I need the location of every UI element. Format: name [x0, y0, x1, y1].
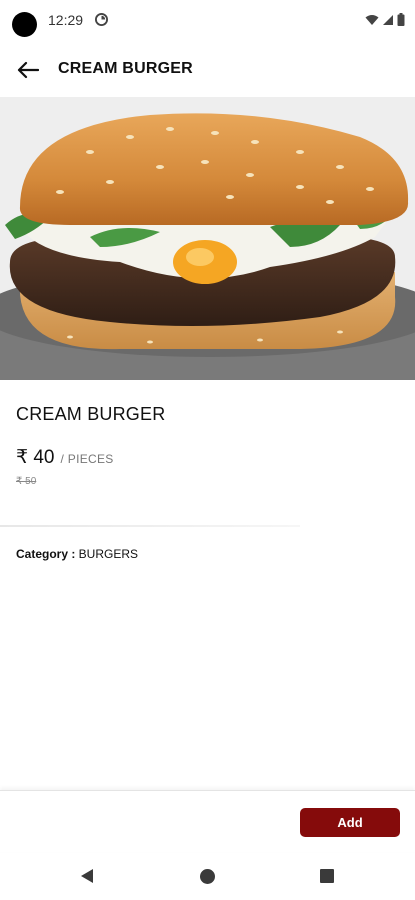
- product-image: [0, 97, 415, 380]
- original-price: ₹ 50: [16, 476, 37, 487]
- status-bar: 12:29: [0, 0, 415, 40]
- wifi-icon: [365, 14, 379, 25]
- camera-cutout: [12, 12, 37, 37]
- add-button[interactable]: Add: [300, 808, 400, 837]
- system-nav-bar: [0, 852, 415, 900]
- divider: [0, 525, 300, 527]
- app-bar: CREAM BURGER: [0, 40, 415, 98]
- back-triangle-icon[interactable]: [80, 868, 94, 884]
- battery-icon: [397, 13, 405, 26]
- back-button[interactable]: [14, 56, 42, 84]
- product-name: CREAM BURGER: [16, 404, 166, 424]
- status-time: 12:29: [48, 12, 84, 28]
- app-notification-icon: [95, 13, 108, 26]
- status-icons: [365, 13, 405, 26]
- category-value: BURGERS: [75, 547, 139, 561]
- category-label: Category :: [16, 547, 76, 561]
- burger-photo: [0, 97, 415, 380]
- arrow-left-icon: [17, 61, 39, 79]
- product-price: ₹ 40: [16, 447, 55, 468]
- signal-icon: [383, 14, 393, 25]
- recents-square-icon[interactable]: [320, 869, 334, 883]
- price-unit: / PIECES: [60, 452, 114, 466]
- price-row: ₹ 40 / PIECES: [16, 446, 114, 469]
- page-title: CREAM BURGER: [58, 60, 193, 77]
- category-row: Category : BURGERS: [16, 547, 138, 561]
- home-circle-icon[interactable]: [200, 869, 215, 884]
- bottom-action-bar: Add: [0, 790, 415, 852]
